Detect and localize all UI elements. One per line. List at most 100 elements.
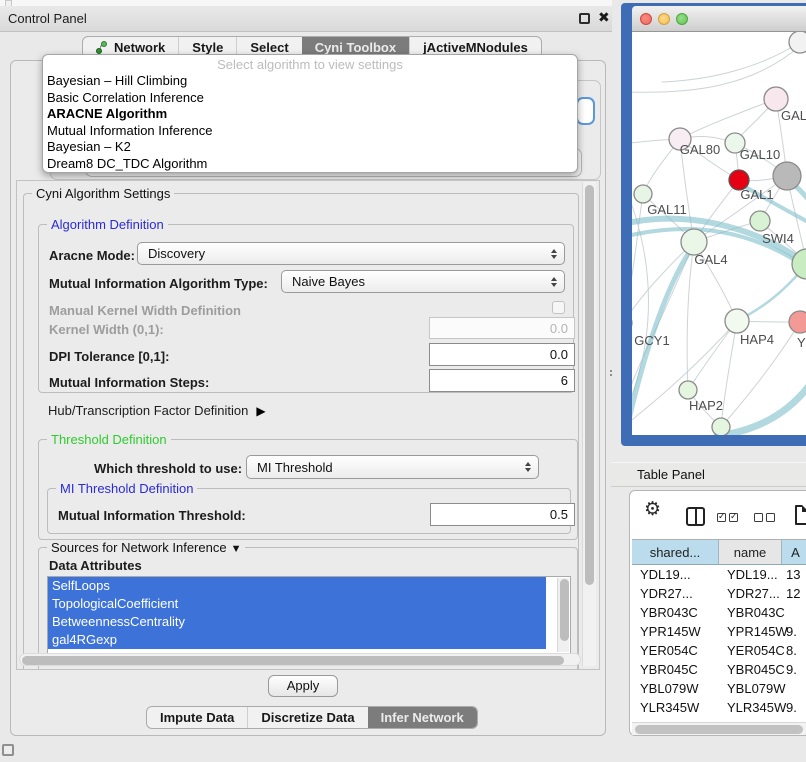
table-row[interactable]: YBR045CYBR045C9. [632, 660, 806, 679]
network-node[interactable] [789, 32, 806, 53]
table-panel-card: ⚙ shared...nameA YDL19...YDL19...13YDR27… [629, 490, 806, 736]
bottom-tab-infer-network[interactable]: Infer Network [368, 707, 477, 728]
network-edge [687, 242, 694, 390]
algorithm-definition-group: Algorithm Definition Aracne Mode: Discov… [38, 224, 574, 393]
select-all-checkboxes-icon[interactable] [717, 513, 738, 522]
mi-threshold-definition-title: MI Threshold Definition [56, 481, 197, 496]
settings-gear-icon[interactable]: ⚙ [644, 498, 661, 521]
attribute-item-selfloops[interactable]: SelfLoops [48, 577, 546, 595]
cyni-algorithm-settings-group: Cyni Algorithm Settings Algorithm Defini… [23, 193, 579, 670]
hub-definition-toggle[interactable]: Hub/Transcription Factor Definition▶ [48, 403, 266, 418]
aracne-mode-combo[interactable]: Discovery [137, 242, 565, 265]
spinner-icon [551, 277, 557, 287]
network-node-hap4[interactable] [725, 309, 749, 333]
network-node-swi4[interactable] [750, 211, 770, 231]
table-cell: YLR345W [632, 698, 719, 717]
dropdown-item-mutual-information-inference[interactable]: Mutual Information Inference [43, 123, 577, 140]
settings-horizontal-scrollbar-thumb[interactable] [22, 656, 564, 665]
table-cell: YDR27... [719, 584, 782, 603]
network-node-label: GAL1 [740, 187, 773, 202]
network-node-label: HAP4 [740, 332, 774, 347]
attribute-item-topologicalcoefficient[interactable]: TopologicalCoefficient [48, 595, 546, 613]
window-zoom-icon[interactable] [676, 13, 688, 25]
mi-steps-input[interactable] [429, 369, 575, 392]
mi-steps-label: Mutual Information Steps: [49, 375, 209, 390]
split-columns-icon[interactable] [686, 507, 705, 526]
table-cell: 9. [782, 660, 806, 679]
table-row[interactable]: YDL19...YDL19...13 [632, 565, 806, 584]
panel-minimize-icon[interactable] [2, 744, 14, 756]
column-header-shared[interactable]: shared... [632, 540, 719, 565]
table-cell: YDL19... [632, 565, 719, 584]
tab-label: Style [192, 40, 223, 55]
tab-label: Cyni Toolbox [315, 40, 396, 55]
table-horizontal-scrollbar [632, 722, 806, 735]
algorithm-definition-title: Algorithm Definition [47, 217, 168, 232]
settings-vertical-scrollbar-thumb[interactable] [585, 185, 594, 585]
apply-button[interactable]: Apply [268, 675, 338, 697]
table-horizontal-scrollbar-thumb[interactable] [635, 725, 803, 734]
dropdown-item-aracne-algorithm[interactable]: ARACNE Algorithm [43, 106, 577, 123]
dropdown-item-dream8-dc-tdc-algorithm[interactable]: Dream8 DC_TDC Algorithm [43, 156, 577, 173]
sources-group-title[interactable]: Sources for Network Inference▼ [47, 540, 245, 555]
collapse-down-icon: ▼ [231, 543, 242, 555]
bottom-tab-impute-data[interactable]: Impute Data [147, 707, 247, 728]
cyni-settings-scrollpane: Cyni Algorithm Settings Algorithm Defini… [16, 180, 600, 670]
network-node-gal11[interactable] [634, 185, 652, 203]
which-threshold-value: MI Threshold [257, 460, 333, 475]
bottom-tab-discretize-data[interactable]: Discretize Data [247, 707, 367, 728]
table-row[interactable]: YBR043CYBR043C [632, 603, 806, 622]
document-icon[interactable] [795, 505, 806, 525]
attribute-item-gal4rgexp[interactable]: gal4RGexp [48, 631, 546, 649]
table-cell: YPR145W [719, 622, 782, 641]
dropdown-item-bayesian-hill-climbing[interactable]: Bayesian – Hill Climbing [43, 73, 577, 90]
attribute-item-betweennesscentrality[interactable]: BetweennessCentrality [48, 613, 546, 631]
table-cell: YBR043C [719, 603, 782, 622]
network-canvas[interactable]: GAL7GAL80GAL10GAL1GAL11SWI4GAL4YHAP4GCY1… [632, 32, 806, 435]
network-node-hap2[interactable] [679, 381, 697, 399]
manual-kernel-checkbox[interactable] [552, 301, 565, 314]
table-header-row: shared...nameA [632, 539, 806, 565]
deselect-all-checkboxes-icon[interactable] [754, 513, 775, 522]
mi-threshold-input[interactable] [430, 503, 575, 526]
attributes-scrollbar-thumb[interactable] [560, 579, 569, 641]
network-node-label: GAL7 [781, 108, 806, 123]
table-row[interactable]: YER054CYER054C8. [632, 641, 806, 660]
spinner-icon [551, 249, 557, 259]
close-panel-icon[interactable]: ✖ [598, 9, 610, 26]
network-node-label: Y [797, 335, 806, 350]
kernel-width-input[interactable] [429, 317, 575, 339]
table-cell [782, 603, 806, 622]
splitter-handle[interactable] [609, 369, 615, 377]
network-window-titlebar[interactable] [632, 6, 806, 32]
focused-combo-fragment[interactable] [576, 97, 595, 125]
mi-type-combo[interactable]: Naive Bayes [281, 270, 565, 293]
network-node[interactable] [773, 162, 801, 190]
network-node-y[interactable] [789, 311, 806, 333]
table-cell: YDL19... [719, 565, 782, 584]
column-header-a[interactable]: A [782, 540, 806, 565]
table-row[interactable]: YBL079WYBL079W [632, 679, 806, 698]
dpi-tolerance-input[interactable] [429, 343, 575, 366]
which-threshold-combo[interactable]: MI Threshold [246, 455, 539, 479]
table-cell: YBR045C [719, 660, 782, 679]
dropdown-item-bayesian-k2[interactable]: Bayesian – K2 [43, 139, 577, 156]
network-node-label: GCY1 [634, 333, 669, 348]
table-row[interactable]: YPR145WYPR145W9. [632, 622, 806, 641]
table-cell: YBR045C [632, 660, 719, 679]
expand-right-icon: ▶ [256, 404, 265, 418]
table-row[interactable]: YDR27...YDR27...12 [632, 584, 806, 603]
threshold-definition-group: Threshold Definition Which threshold to … [38, 439, 578, 540]
data-attributes-list: SelfLoopsTopologicalCoefficientBetweenne… [47, 576, 571, 654]
window-minimize-icon[interactable] [658, 13, 670, 25]
dropdown-item-basic-correlation-inference[interactable]: Basic Correlation Inference [43, 90, 577, 107]
table-cell: YBR043C [632, 603, 719, 622]
column-header-name[interactable]: name [719, 540, 782, 565]
float-panel-icon[interactable] [579, 13, 590, 24]
window-close-icon[interactable] [640, 13, 652, 25]
table-row[interactable]: YLR345WYLR345W9. [632, 698, 806, 717]
algorithm-dropdown-placeholder: Select algorithm to view settings [43, 56, 577, 73]
network-edge [662, 42, 800, 82]
algorithm-dropdown-list: Bayesian – Hill ClimbingBasic Correlatio… [43, 73, 577, 172]
network-node[interactable] [712, 418, 730, 435]
